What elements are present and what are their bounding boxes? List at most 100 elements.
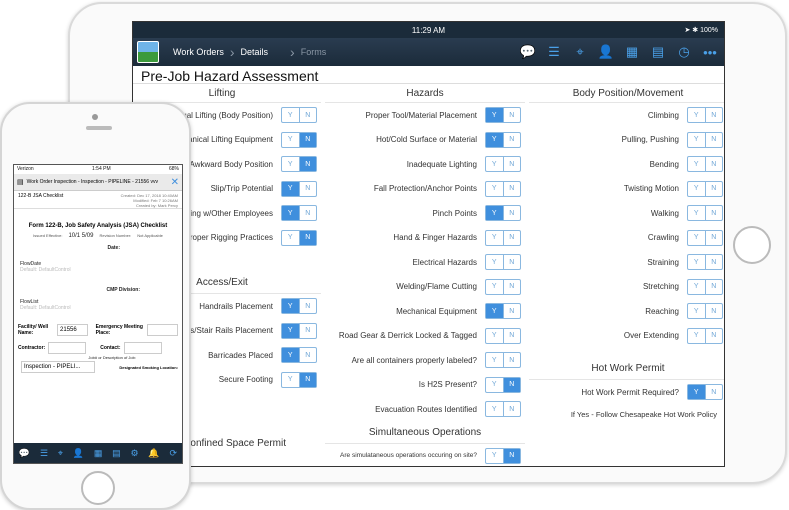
no-option[interactable]: N <box>504 182 521 196</box>
no-option[interactable]: N <box>504 304 521 318</box>
lifting-yes-no-toggle[interactable]: YN <box>281 107 317 124</box>
map-icon[interactable]: ▦ <box>622 42 642 62</box>
no-option[interactable]: N <box>706 255 723 269</box>
yes-option[interactable]: Y <box>282 348 300 363</box>
yes-option[interactable]: Y <box>486 157 504 172</box>
emergency-input[interactable] <box>147 324 178 336</box>
yes-option[interactable]: Y <box>688 206 706 221</box>
phone-home-button[interactable] <box>81 471 115 505</box>
access-yes-no-toggle[interactable]: YN <box>281 298 317 315</box>
contact-input[interactable] <box>123 342 162 354</box>
body-position-yes-no-toggle[interactable]: YN <box>687 254 723 271</box>
hazard-yes-no-toggle[interactable]: YN <box>485 303 521 320</box>
no-option[interactable]: N <box>706 182 723 196</box>
no-option[interactable]: N <box>706 108 723 122</box>
body-position-yes-no-toggle[interactable]: YN <box>687 205 723 222</box>
yes-option[interactable]: Y <box>282 206 300 221</box>
more-icon[interactable]: ••• <box>700 42 720 62</box>
chat-icon[interactable]: 💬 <box>19 448 30 459</box>
no-option[interactable]: N <box>300 299 317 313</box>
contractor-input[interactable] <box>48 342 87 354</box>
hazard-yes-no-toggle[interactable]: YN <box>485 156 521 173</box>
no-option[interactable]: N <box>504 329 521 343</box>
hazard-yes-no-toggle[interactable]: YN <box>485 180 521 197</box>
no-option[interactable]: N <box>300 348 317 362</box>
no-option[interactable]: N <box>706 206 723 220</box>
simultaneous-yes-no-toggle[interactable]: YN <box>485 447 521 464</box>
bell-icon[interactable]: 🔔 <box>148 448 159 459</box>
yes-option[interactable]: Y <box>486 181 504 196</box>
refresh-icon[interactable]: ⟳ <box>169 448 177 459</box>
calendar-icon[interactable]: ▤ <box>112 448 121 459</box>
map-pin-icon[interactable]: ⌖ <box>570 42 590 62</box>
yes-option[interactable]: Y <box>282 132 300 147</box>
lifting-yes-no-toggle[interactable]: YN <box>281 180 317 197</box>
body-position-yes-no-toggle[interactable]: YN <box>687 107 723 124</box>
no-option[interactable]: N <box>504 133 521 147</box>
yes-option[interactable]: Y <box>688 157 706 172</box>
people-icon[interactable]: 👤 <box>73 448 84 459</box>
no-option[interactable]: N <box>504 255 521 269</box>
yes-option[interactable]: Y <box>688 108 706 123</box>
flowlist-default[interactable]: Default: DefaultControl <box>14 305 182 311</box>
map-icon[interactable]: ▦ <box>94 448 103 459</box>
yes-option[interactable]: Y <box>688 230 706 245</box>
yes-option[interactable]: Y <box>688 181 706 196</box>
no-option[interactable]: N <box>299 157 316 172</box>
no-option[interactable]: N <box>706 304 723 318</box>
no-option[interactable]: N <box>706 385 723 399</box>
facility-input[interactable]: 21556 <box>57 324 88 336</box>
inspection-button[interactable]: Inspection - PIPELI... <box>21 361 95 373</box>
no-option[interactable]: N <box>300 182 317 196</box>
breadcrumb-details[interactable]: Details <box>241 47 269 57</box>
no-option[interactable]: N <box>300 206 317 220</box>
no-option[interactable]: N <box>299 372 316 387</box>
yes-option[interactable]: Y <box>688 132 706 147</box>
map-pin-icon[interactable]: ⌖ <box>58 448 63 459</box>
hazard-yes-no-toggle[interactable]: YN <box>485 131 521 148</box>
body-position-yes-no-toggle[interactable]: YN <box>687 131 723 148</box>
no-option[interactable]: N <box>706 280 723 294</box>
yes-option[interactable]: Y <box>486 206 504 221</box>
chat-icon[interactable]: 💬 <box>518 42 538 62</box>
lifting-yes-no-toggle[interactable]: YN <box>281 131 317 148</box>
close-icon[interactable]: ✕ <box>171 177 179 188</box>
yes-option[interactable]: Y <box>688 328 706 343</box>
no-option[interactable]: N <box>504 231 521 245</box>
body-position-yes-no-toggle[interactable]: YN <box>687 278 723 295</box>
hazard-yes-no-toggle[interactable]: YN <box>485 229 521 246</box>
yes-option[interactable]: Y <box>282 323 300 338</box>
yes-option[interactable]: Y <box>282 181 300 196</box>
yes-option[interactable]: Y <box>486 132 504 147</box>
yes-option[interactable]: Y <box>688 255 706 270</box>
no-option[interactable]: N <box>504 157 521 171</box>
hazard-yes-no-toggle[interactable]: YN <box>485 107 521 124</box>
no-option[interactable]: N <box>300 108 317 122</box>
no-option[interactable]: N <box>504 280 521 294</box>
hot-work-yes-no-toggle[interactable]: YN <box>687 384 723 401</box>
body-position-yes-no-toggle[interactable]: YN <box>687 180 723 197</box>
hazard-yes-no-toggle[interactable]: YN <box>485 327 521 344</box>
gear-icon[interactable]: ⚙ <box>131 448 139 459</box>
hazard-yes-no-toggle[interactable]: YN <box>485 254 521 271</box>
calendar-icon[interactable]: ▤ <box>648 42 668 62</box>
breadcrumb-work-orders[interactable]: Work Orders <box>173 47 224 57</box>
hazard-yes-no-toggle[interactable]: YN <box>485 401 521 418</box>
no-option[interactable]: N <box>706 157 723 171</box>
no-option[interactable]: N <box>504 206 521 220</box>
body-position-yes-no-toggle[interactable]: YN <box>687 229 723 246</box>
yes-option[interactable]: Y <box>282 108 300 123</box>
no-option[interactable]: N <box>706 231 723 245</box>
yes-option[interactable]: Y <box>486 255 504 270</box>
body-position-yes-no-toggle[interactable]: YN <box>687 303 723 320</box>
no-option[interactable]: N <box>503 448 520 463</box>
yes-option[interactable]: Y <box>688 385 706 400</box>
yes-option[interactable]: Y <box>282 230 300 245</box>
access-yes-no-toggle[interactable]: YN <box>281 347 317 364</box>
access-yes-no-toggle[interactable]: YN <box>281 322 317 339</box>
no-option[interactable]: N <box>504 402 521 416</box>
no-option[interactable]: N <box>706 133 723 147</box>
yes-option[interactable]: Y <box>486 377 504 392</box>
lifting-yes-no-toggle[interactable]: YN <box>281 156 317 173</box>
breadcrumb-forms[interactable]: Forms <box>301 47 327 57</box>
